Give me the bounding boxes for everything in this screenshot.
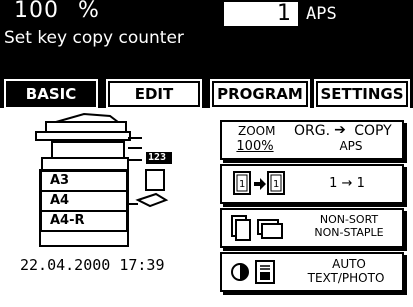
paper-mode: APS	[306, 4, 337, 24]
image-mode-icon	[231, 260, 275, 284]
image-mode-line1: AUTO	[332, 257, 366, 271]
tab-program[interactable]: PROGRAM	[212, 81, 308, 107]
sort-label-1: NON-SORT	[319, 213, 379, 226]
image-mode-button[interactable]: AUTO TEXT/PHOTO	[220, 252, 404, 292]
tray-a4r[interactable]: A4-R	[40, 212, 128, 232]
tab-basic[interactable]: BASIC	[6, 81, 96, 107]
tab-bar: BASIC EDIT PROGRAM SETTINGS	[0, 78, 413, 108]
status-message: Set key copy counter	[4, 28, 184, 48]
duplex-mode: 1 → 1	[329, 176, 365, 191]
copy-count-box: 1	[224, 1, 298, 26]
zoom-button[interactable]: ZOOM 100% ORG. ➔ COPY APS	[220, 120, 404, 160]
copier-screen: 100 % 1 APS Set key copy counter BASIC E…	[0, 0, 413, 307]
zoom-value: 100	[14, 0, 59, 23]
tray-a4[interactable]: A4	[40, 192, 128, 212]
svg-text:1: 1	[273, 179, 279, 190]
sort-label-2: NON-STAPLE	[314, 226, 384, 239]
sort-button[interactable]: NON-SORT NON-STAPLE	[220, 208, 404, 248]
zoom-paper-mode: APS	[339, 139, 363, 153]
zoom-percent: 100%	[236, 139, 274, 154]
tray-a3[interactable]: A3	[40, 170, 128, 192]
zoom-unit: %	[78, 0, 99, 23]
svg-text:1: 1	[239, 179, 245, 190]
image-mode-line2: TEXT/PHOTO	[307, 271, 385, 285]
status-bar: 100 % 1 APS Set key copy counter	[0, 0, 413, 78]
tab-edit[interactable]: EDIT	[108, 81, 200, 107]
org-label: ORG.	[293, 123, 331, 139]
zoom-label: ZOOM	[238, 124, 276, 138]
tab-settings[interactable]: SETTINGS	[316, 81, 408, 107]
counter-label: 123	[148, 152, 167, 163]
copy-count: 1	[277, 1, 291, 26]
arrow-right-icon: ➔	[334, 122, 346, 138]
paper-trays: A3 A4 A4-R	[40, 170, 128, 232]
duplex-button[interactable]: 1 1 1 → 1	[220, 164, 404, 204]
datetime: 22.04.2000 17:39	[20, 256, 165, 274]
main-panel: 123 A3 A4 A4-R 22.04.2000 17:39 ZOOM 100…	[0, 108, 413, 307]
copy-label: COPY	[354, 123, 392, 139]
duplex-icon: 1 1	[233, 171, 285, 195]
sort-icon	[231, 215, 283, 241]
